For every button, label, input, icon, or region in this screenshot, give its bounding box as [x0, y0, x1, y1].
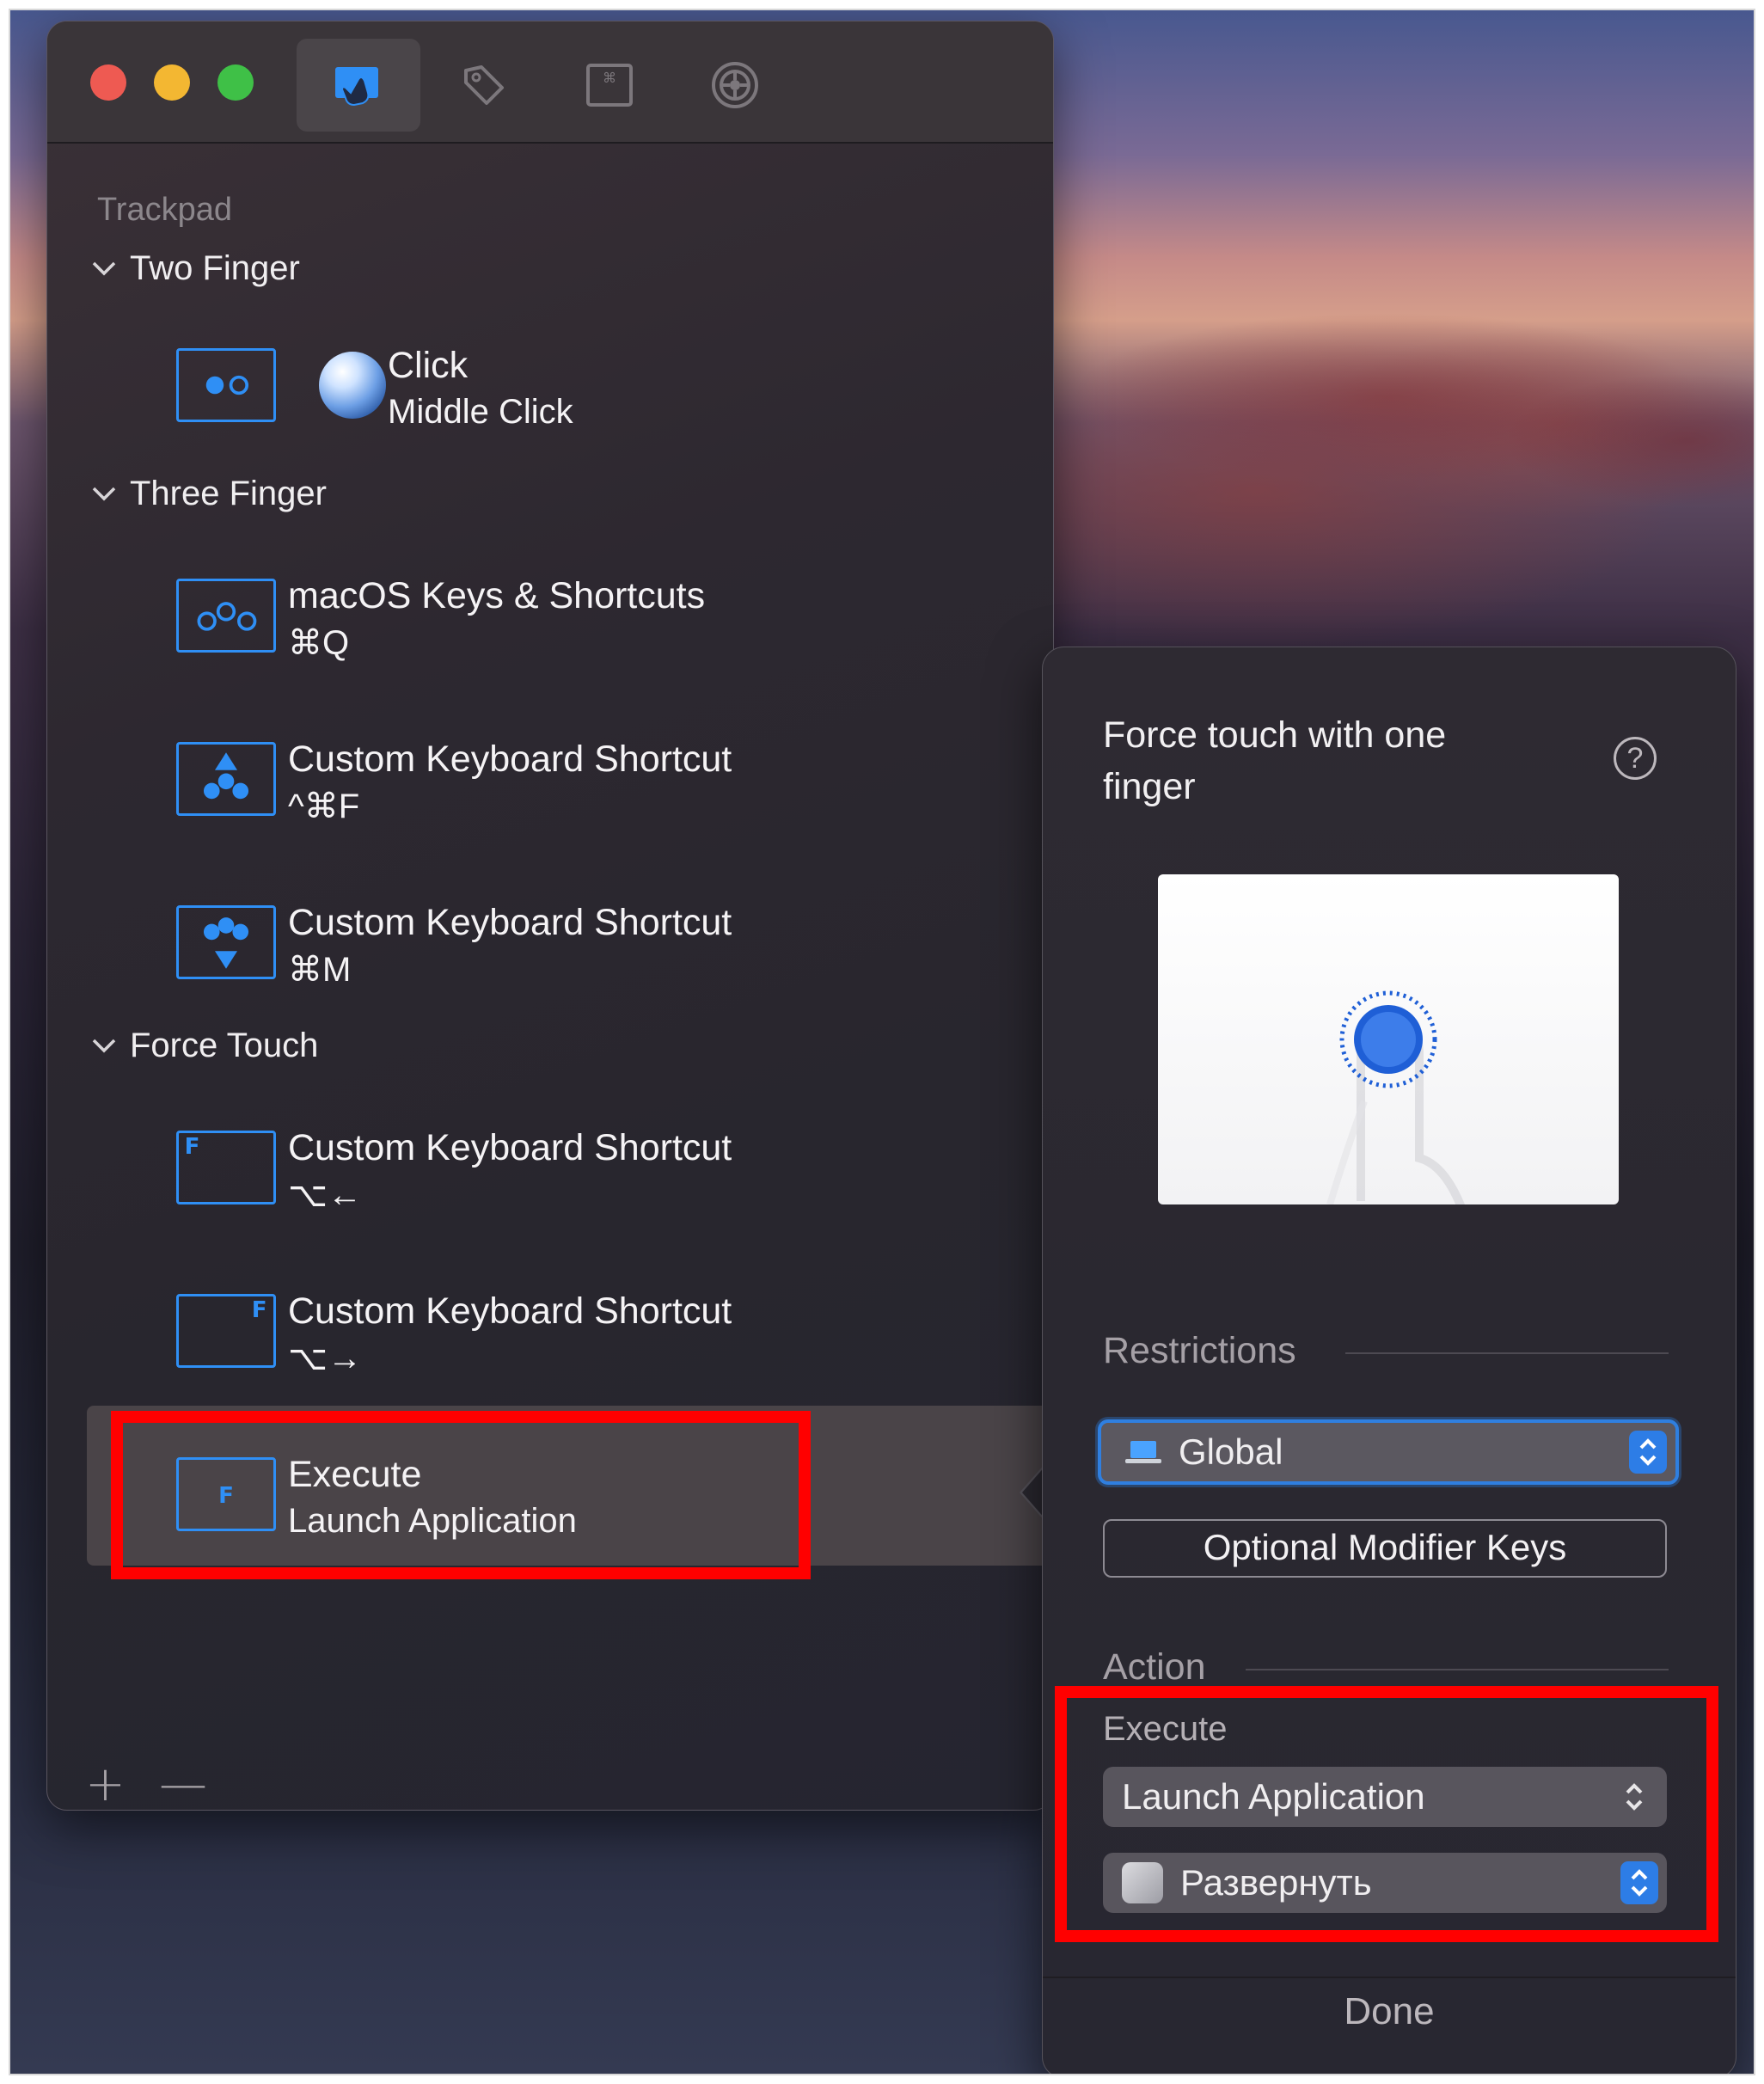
force-touch-top-right-icon: F	[176, 1294, 276, 1368]
zoom-button[interactable]	[217, 64, 254, 101]
popover-footer-divider	[1043, 1977, 1736, 1978]
gesture-action-title: Custom Keyboard Shortcut	[288, 739, 732, 780]
gesture-action-title: Click	[388, 345, 469, 386]
tab-trackpad[interactable]	[297, 39, 420, 132]
gesture-action-title: Custom Keyboard Shortcut	[288, 1290, 732, 1332]
gear-icon	[712, 62, 758, 108]
gesture-action-subtitle: Middle Click	[388, 393, 573, 431]
remove-gesture-button[interactable]: —	[159, 1756, 207, 1810]
group-header-force-touch[interactable]: Force Touch	[89, 1024, 318, 1067]
main-window: ⌘ Trackpad Two Finger Click Middle Click…	[46, 21, 1054, 1811]
group-title: Two Finger	[130, 248, 300, 287]
optional-modifier-keys-button[interactable]: Optional Modifier Keys	[1103, 1519, 1667, 1578]
gesture-row-force-touch-left[interactable]: F Custom Keyboard Shortcut ⌥←	[73, 1113, 1053, 1234]
popover-title: Force touch with one finger	[1103, 714, 1447, 807]
chevron-down-icon	[92, 1039, 116, 1053]
three-finger-swipe-up-icon	[176, 742, 276, 816]
two-finger-tap-icon	[176, 348, 276, 422]
gesture-action-subtitle: ⌘M	[288, 951, 352, 989]
section-title-trackpad: Trackpad	[97, 192, 232, 228]
three-finger-tap-icon	[176, 579, 276, 653]
group-header-three-finger[interactable]: Three Finger	[89, 472, 327, 515]
trackpad-hand-icon	[335, 67, 378, 107]
gesture-action-title: macOS Keys & Shortcuts	[288, 575, 706, 616]
group-header-two-finger[interactable]: Two Finger	[89, 247, 300, 290]
gesture-row-three-finger-tap[interactable]: macOS Keys & Shortcuts ⌘Q	[73, 561, 1053, 682]
gesture-action-subtitle: ⌥→	[288, 1339, 363, 1377]
badge-f: F	[252, 1297, 267, 1323]
gesture-action-title: Custom Keyboard Shortcut	[288, 1127, 732, 1168]
badge-f: F	[185, 1134, 200, 1160]
screenshot-frame: ⌘ Trackpad Two Finger Click Middle Click…	[9, 9, 1755, 2075]
gesture-settings-popover: Force touch with one finger ? Restrictio…	[1042, 647, 1736, 2074]
tab-tags[interactable]	[422, 39, 546, 132]
close-button[interactable]	[90, 64, 126, 101]
minimize-button[interactable]	[154, 64, 190, 101]
gesture-action-subtitle: ⌥←	[288, 1176, 363, 1214]
action-divider	[1246, 1669, 1669, 1670]
restrictions-divider	[1345, 1352, 1669, 1354]
group-title: Force Touch	[130, 1026, 319, 1064]
stepper-icon	[1629, 1431, 1667, 1474]
highlight-action-section	[1055, 1686, 1718, 1942]
done-button[interactable]: Done	[1043, 1990, 1736, 2033]
three-finger-swipe-down-icon	[176, 905, 276, 979]
restrictions-label: Restrictions	[1103, 1330, 1296, 1371]
svg-text:⌘: ⌘	[603, 70, 616, 86]
gesture-action-subtitle: ^⌘F	[288, 788, 360, 825]
action-label: Action	[1103, 1646, 1206, 1688]
gesture-action-title: Custom Keyboard Shortcut	[288, 902, 732, 943]
chevron-down-icon	[92, 261, 116, 276]
gesture-action-subtitle: ⌘Q	[288, 624, 350, 662]
chevron-down-icon	[92, 487, 116, 501]
force-touch-top-left-icon: F	[176, 1131, 276, 1204]
group-title: Three Finger	[130, 474, 327, 512]
help-button[interactable]: ?	[1614, 737, 1657, 780]
tag-icon	[464, 65, 504, 105]
tab-keyboard[interactable]: ⌘	[548, 39, 671, 132]
scope-value: Global	[1179, 1431, 1283, 1472]
laptop-icon	[1125, 1441, 1161, 1463]
gesture-row-three-finger-swipe-down[interactable]: Custom Keyboard Shortcut ⌘M	[73, 888, 1053, 1008]
highlight-selected-row	[111, 1411, 811, 1579]
gesture-row-two-finger-click[interactable]: Click Middle Click	[73, 331, 1053, 451]
titlebar: ⌘	[47, 21, 1053, 144]
gesture-preview	[1158, 874, 1619, 1204]
keyboard-command-icon: ⌘	[586, 64, 633, 107]
tab-settings[interactable]	[673, 39, 797, 132]
add-gesture-button[interactable]: +	[85, 1756, 126, 1810]
globe-icon	[319, 352, 386, 419]
force-touch-animation-icon	[1326, 990, 1465, 1204]
scope-select[interactable]: Global	[1098, 1419, 1679, 1485]
gesture-row-force-touch-right[interactable]: F Custom Keyboard Shortcut ⌥→	[73, 1277, 1053, 1397]
gesture-row-three-finger-swipe-up[interactable]: Custom Keyboard Shortcut ^⌘F	[73, 725, 1053, 845]
